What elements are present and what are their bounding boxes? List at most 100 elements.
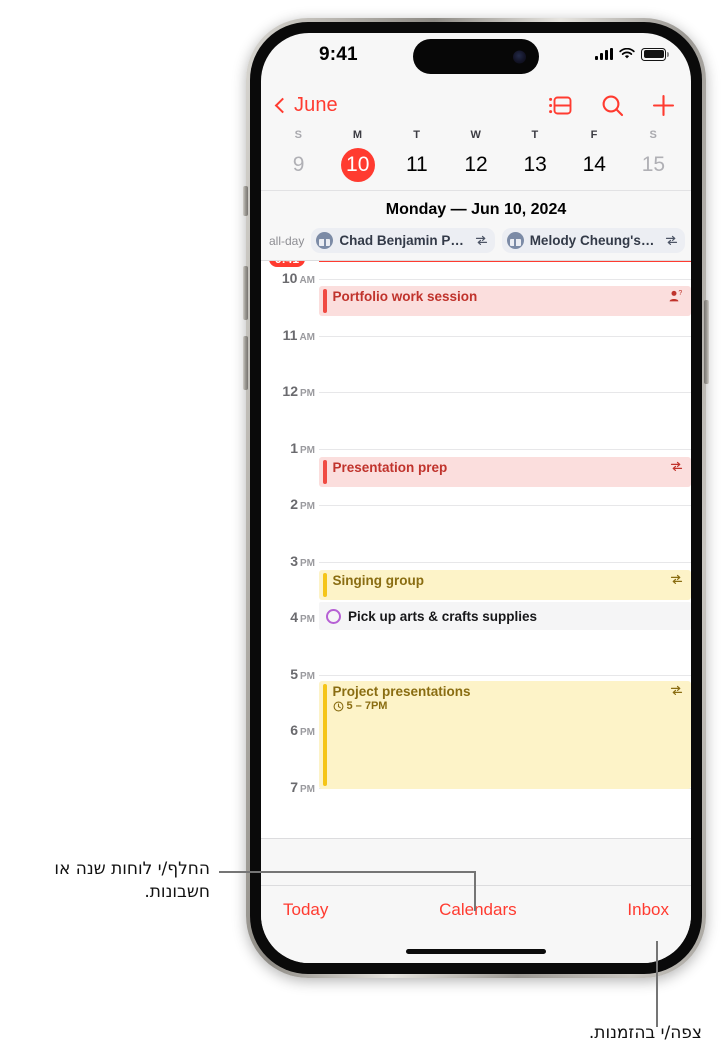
hour-label: 12 PM [282,383,315,401]
weekday-letter: T [413,129,421,141]
page-title: Monday — Jun 10, 2024 [385,201,567,218]
hour-period: PM [300,388,315,399]
hour-label: 4 PM [290,609,315,627]
callout-leader-vertical-1 [474,871,476,911]
repeat-icon [475,235,488,246]
inbox-button[interactable]: Inbox [627,900,669,920]
event-top-row: Project presentations [333,684,684,699]
reminder-circle-icon[interactable] [326,608,341,624]
search-icon[interactable] [601,94,624,117]
weekday-number: 11 [405,153,428,176]
hour-label: 11 AM [283,327,315,345]
hour-row-3pm: 3 PM [261,553,691,569]
hour-number: 3 [290,552,298,569]
calendars-button[interactable]: Calendars [439,900,517,920]
event-title: Presentation prep [332,460,448,475]
navigation-actions [549,94,675,117]
all-day-event-0[interactable]: Chad Benjamin P… [311,228,495,253]
hour-period: PM [300,783,315,795]
hour-label: 10 AM [282,270,315,288]
hour-row-5pm: 5 PM [261,666,691,682]
hour-row-12pm: 12 PM [261,383,691,399]
event-time-text: 5 – 7PM [346,700,388,712]
weekday-letter: S [649,129,658,141]
hour-period: AM [299,331,315,343]
event-body: Project presentations 5 – 7PM [327,681,692,789]
weekday-number-selected: 10 [340,148,375,182]
week-day-6[interactable]: S 15 [624,129,683,182]
all-day-event-title: Chad Benjamin P… [339,233,464,248]
week-day-0[interactable]: S 9 [269,129,328,182]
weekday-number: 13 [523,153,547,176]
event-title: Project presentations [332,684,471,699]
weekday-number: 9 [292,153,305,176]
hour-label: 2 PM [290,496,315,514]
day-list-view-icon[interactable] [549,95,573,116]
front-camera-icon [513,50,526,63]
hour-label: 3 PM [290,553,315,571]
mute-switch-button[interactable] [243,186,248,216]
signal-bars-icon [595,48,614,61]
week-day-1[interactable]: M 10 [328,129,387,182]
event-portfolio-work-session[interactable]: Portfolio work session ? [319,286,691,316]
add-event-icon[interactable] [652,94,675,117]
week-day-5[interactable]: F 14 [565,129,624,182]
hour-period: PM [300,557,315,569]
event-presentation-prep[interactable]: Presentation prep [319,457,691,487]
hour-period: PM [300,501,315,512]
bottom-toolbar: Today Calendars Inbox [261,885,691,963]
today-button[interactable]: Today [283,900,328,920]
power-button[interactable] [704,300,709,384]
phone-screen: 9:41 June S 9 M 10 T 11 W 12 T 13 F 14 S… [261,33,691,963]
event-top-row: Presentation prep [333,460,684,475]
hour-period: PM [300,670,315,682]
repeat-icon [670,461,683,472]
all-day-event-1[interactable]: Melody Cheung's… [501,228,686,253]
hour-period: AM [299,275,315,286]
day-timeline[interactable]: 10 AM 11 AM 12 PM 1 PM 2 PM 3 PM 4 PM 5 … [261,261,691,839]
week-day-3[interactable]: W 12 [446,129,505,182]
weekday-letter: T [531,129,539,141]
chevron-left-icon [274,97,291,113]
hour-period: PM [300,614,315,625]
clock-icon [333,701,344,712]
hour-gridline [319,505,691,506]
hour-row-10am: 10 AM [261,270,691,286]
weekday-letter: S [294,129,303,141]
event-project-presentations[interactable]: Project presentations 5 – 7PM [319,681,691,789]
volume-down-button[interactable] [243,336,248,390]
weekday-number: 14 [582,153,606,176]
hour-gridline [319,279,691,280]
volume-up-button[interactable] [243,266,248,320]
event-singing-group[interactable]: Singing group [319,570,691,600]
hour-number: 6 [290,722,298,738]
current-time-line [319,261,691,262]
callout-leader-horizontal-1 [219,871,475,873]
back-to-month-button[interactable]: June [274,94,338,117]
week-day-2[interactable]: T 11 [387,129,446,182]
hour-gridline [319,561,691,563]
week-day-4[interactable]: T 13 [506,129,565,182]
event-body: Portfolio work session ? [327,286,692,316]
weekday-letter: F [590,129,598,141]
hour-row-11am: 11 AM [261,327,691,343]
hour-number: 2 [290,496,298,512]
repeat-icon [670,685,683,696]
hour-label: 7 PM [290,779,315,797]
hour-number: 12 [282,383,298,399]
hour-label: 5 PM [290,666,315,684]
hour-number: 1 [290,439,298,456]
weekday-letter: M [352,129,363,141]
current-time-indicator: 9:41 [261,261,691,267]
status-bar: 9:41 [261,33,691,83]
navigation-bar: June [261,83,691,127]
hour-period: PM [300,444,315,456]
home-indicator[interactable] [406,949,546,954]
hour-number: 10 [281,270,298,286]
hour-number: 7 [290,778,298,795]
repeat-icon [670,574,683,585]
reminder-pick-up-supplies[interactable]: Pick up arts & crafts supplies [319,602,691,630]
callout-inbox: צפה/י בהזמנות. [588,1023,702,1043]
hour-gridline [319,335,691,337]
all-day-row: all-day Chad Benjamin P… Melody Cheung's… [261,228,691,260]
